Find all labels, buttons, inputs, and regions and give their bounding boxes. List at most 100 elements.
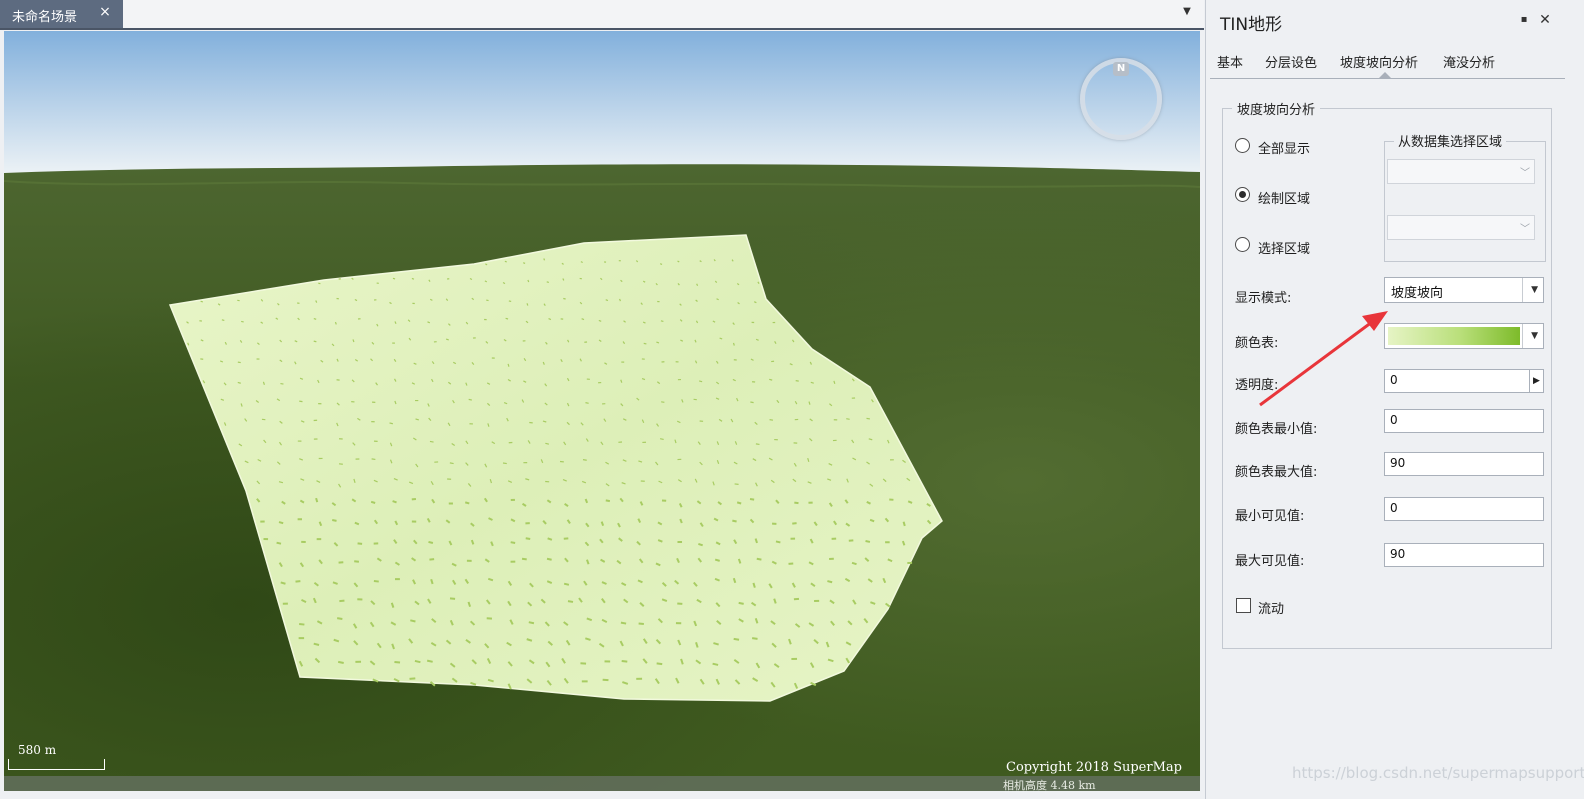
slope-arrow-mark [563,582,570,586]
flow-label[interactable]: 流动 [1258,598,1284,617]
slope-arrow-mark [775,540,781,544]
slope-arrow-mark [600,521,605,527]
slope-arrow-mark [337,617,343,620]
slope-arrow-mark [504,260,507,263]
slope-arrow-mark [866,417,871,420]
slope-arrow-mark [581,318,585,321]
slope-arrow-mark [445,338,449,341]
close-panel-icon[interactable]: ✕ [1537,12,1553,28]
radio-select-region-label[interactable]: 选择区域 [1258,238,1310,257]
slope-arrow-mark [656,662,663,666]
slope-arrow-mark [426,659,433,663]
slope-arrow-mark [522,262,526,264]
radio-draw-region-label[interactable]: 绘制区域 [1258,188,1310,207]
slope-arrow-mark [562,278,565,281]
document-tab[interactable]: 未命名场景 × [0,0,123,28]
tab-flood-analysis[interactable]: 淹没分析 [1443,52,1495,74]
color-max-label: 颜色表最大值: [1235,465,1318,480]
color-max-input[interactable]: 90 [1384,452,1544,476]
slope-arrow-mark [449,462,454,465]
slope-arrow-mark [605,499,611,503]
close-tab-icon[interactable]: × [97,4,113,22]
radio-show-all-label[interactable]: 全部显示 [1258,138,1310,157]
tab-basic[interactable]: 基本 [1217,52,1243,74]
slope-arrow-mark [525,537,531,540]
camera-height-readout: 相机高度 4.48 km [1003,779,1096,792]
visible-min-input[interactable]: 0 [1384,497,1544,521]
slope-arrow-mark [750,401,754,404]
slope-arrow-mark [827,580,833,584]
slope-arrow-mark [732,342,735,346]
transparency-input[interactable]: 0 [1384,369,1530,393]
slope-arrow-mark [713,642,719,646]
slope-arrow-mark [278,521,284,525]
slope-arrow-mark [313,317,317,320]
slope-arrow-mark [528,621,535,625]
slope-arrow-mark [237,381,241,384]
slope-arrow-mark [299,623,305,626]
tab-list-dropdown-icon[interactable]: ▼ [1176,6,1198,22]
slope-arrow-mark [429,440,434,443]
display-mode-value: 坡度坡向 [1391,286,1444,301]
slope-arrow-mark [732,519,737,523]
slope-arrow-mark [584,498,589,504]
visible-max-input[interactable]: 90 [1384,543,1544,567]
slope-arrow-mark [698,542,703,547]
transparency-slider-arrow-icon[interactable]: ▶ [1529,369,1544,393]
radio-draw-region[interactable] [1235,187,1250,202]
slope-arrow-mark [370,500,376,504]
chevron-down-icon: ﹀ [1520,224,1530,235]
tab-slope-aspect-analysis[interactable]: 坡度坡向分析 [1340,52,1418,74]
color-ramp-swatch [1388,327,1520,345]
document-tab-label: 未命名场景 [12,10,78,25]
slope-arrow-mark [373,580,379,583]
visible-min-label: 最小可见值: [1235,509,1305,524]
compass-north-icon[interactable]: N [1113,62,1129,76]
copyright-text: Copyright 2018 SuperMap [1006,760,1182,775]
slope-arrow-mark [526,303,529,306]
slope-arrow-mark [221,319,225,322]
slope-arrow-mark [769,378,773,381]
slope-arrow-mark [755,443,760,446]
tab-layered-coloring[interactable]: 分层设色 [1265,52,1317,74]
slope-arrow-mark [507,363,510,367]
slope-arrow-mark [276,541,282,545]
slope-arrow-mark [567,600,574,603]
color-min-input[interactable]: 0 [1384,409,1544,433]
slope-arrow-mark [769,419,774,421]
slope-arrow-mark [749,497,755,501]
dataset-dropdown[interactable]: ﹀ [1387,215,1535,240]
slope-arrow-mark [521,557,527,561]
slope-arrow-mark [696,283,699,287]
slope-arrow-mark [280,581,286,585]
slope-arrow-mark [527,279,530,283]
slope-arrow-mark [619,298,622,302]
select-divider [1522,278,1523,302]
display-mode-select[interactable]: 坡度坡向 ▼ [1384,277,1544,303]
flow-checkbox[interactable] [1236,598,1251,613]
slope-arrow-mark [334,321,337,325]
slope-arrow-mark [315,497,319,503]
transparency-label: 透明度: [1235,378,1279,393]
slope-arrow-mark [354,560,360,563]
slope-arrow-mark [712,662,719,666]
slope-arrow-mark [714,558,720,562]
select-divider [1522,324,1523,348]
active-tab-indicator [1379,72,1391,78]
slope-arrow-mark [464,501,470,505]
slope-arrow-mark [865,540,871,543]
slope-arrow-mark [756,557,762,561]
slope-arrow-mark [241,320,244,323]
radio-select-region[interactable] [1235,237,1250,252]
scale-label: 580 m [18,743,57,757]
color-table-select[interactable]: ▼ [1384,323,1544,349]
slope-arrow-mark [502,462,507,465]
pin-icon[interactable]: ▪ [1517,14,1531,28]
scene-viewport[interactable] [4,31,1200,791]
slope-arrow-mark [620,621,627,625]
radio-show-all[interactable] [1235,138,1250,153]
color-min-label: 颜色表最小值: [1235,422,1318,437]
datasource-dropdown[interactable]: ﹀ [1387,159,1535,184]
slope-arrow-mark [582,459,587,461]
slope-arrow-mark [409,677,416,680]
